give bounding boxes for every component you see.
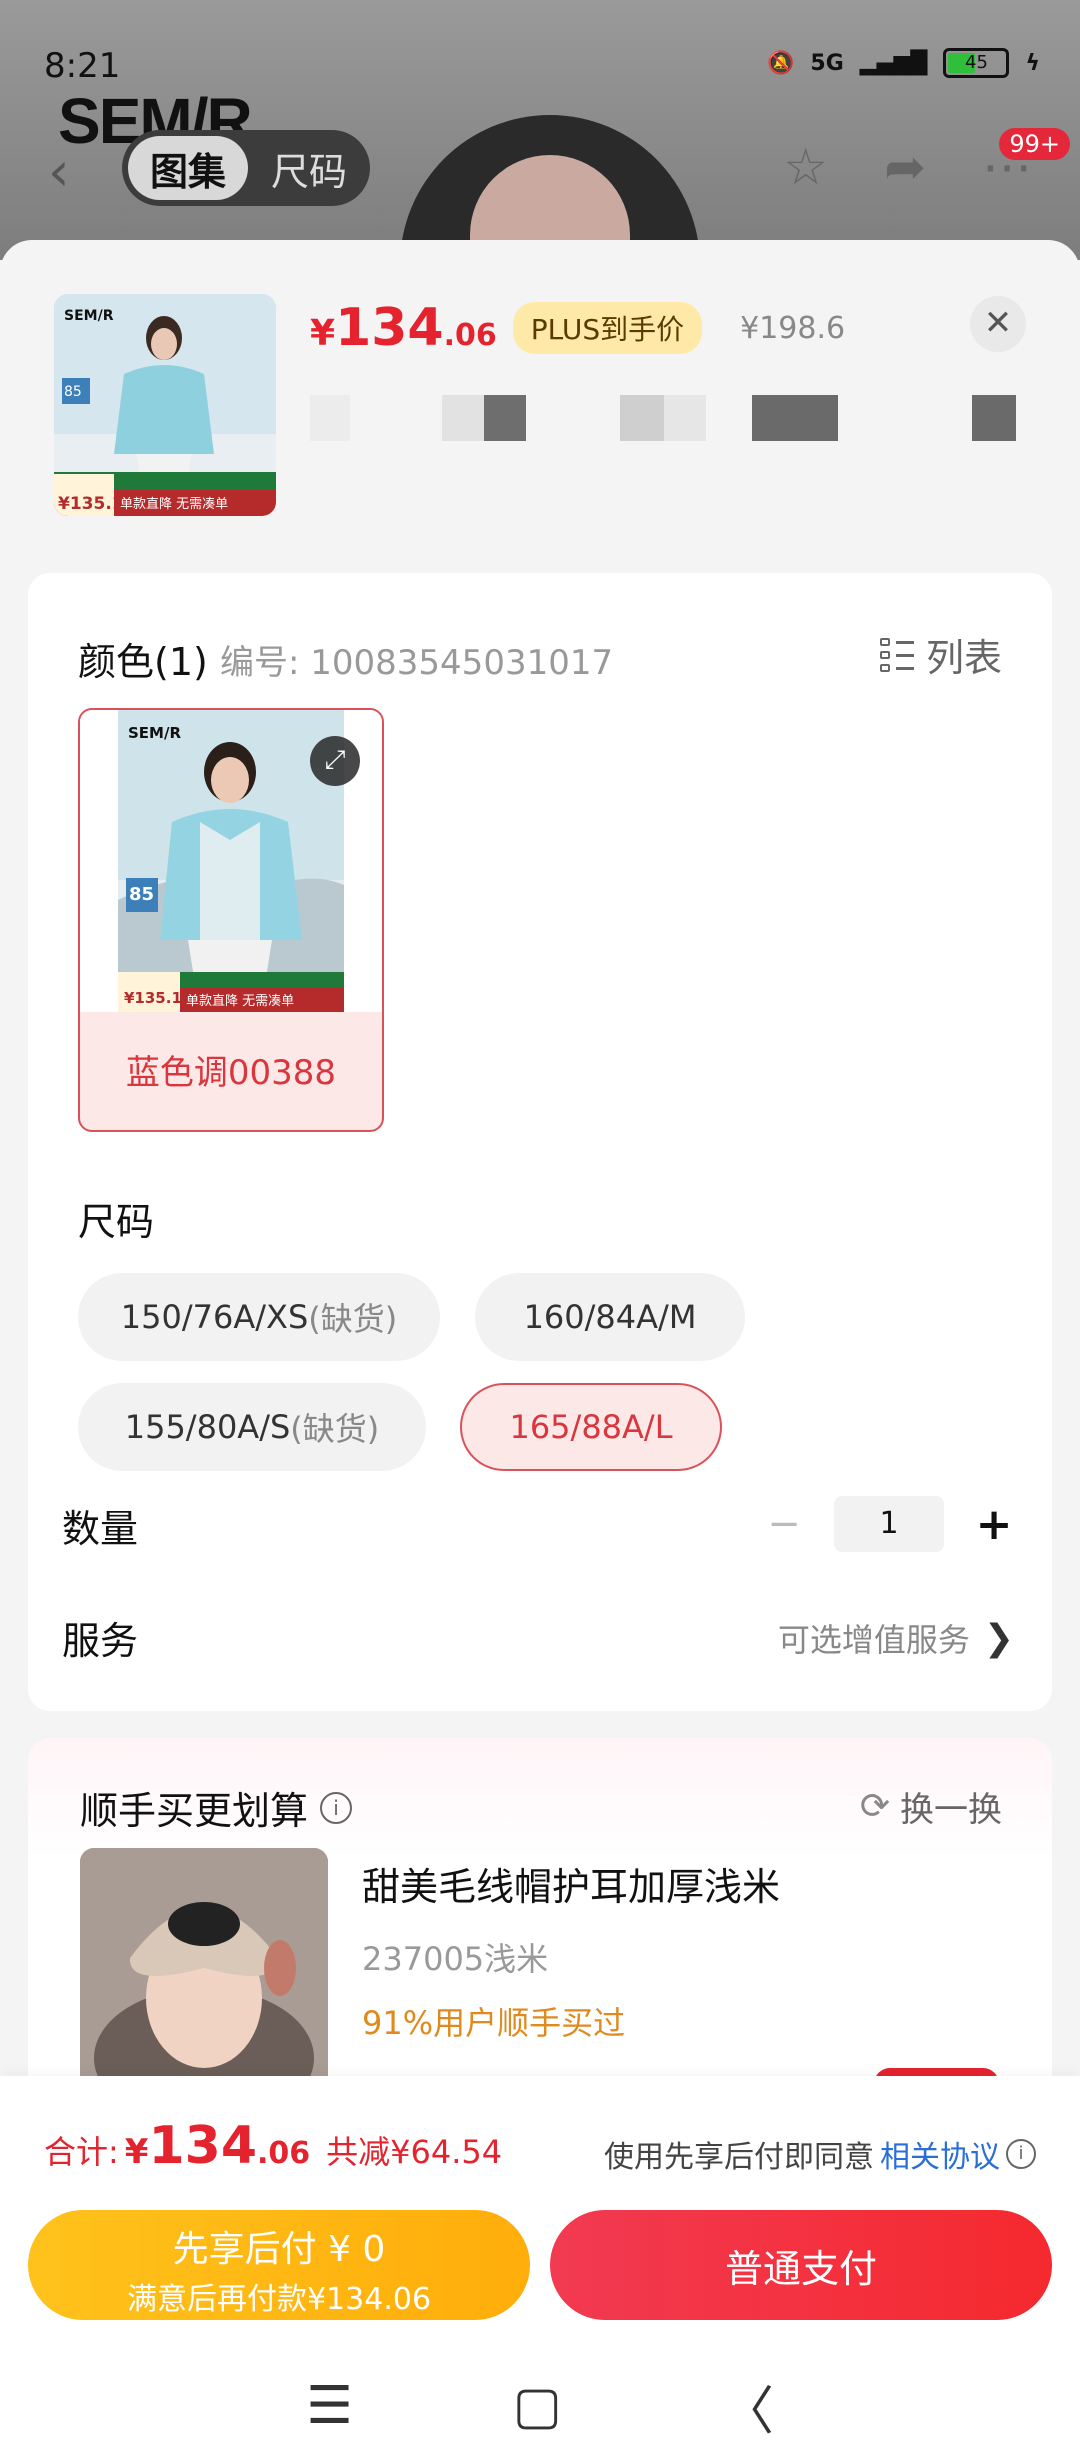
svg-text:SEM/R: SEM/R bbox=[128, 724, 181, 742]
product-thumbnail-image: SEM/R 85 bbox=[54, 294, 276, 516]
service-label: 服务 bbox=[62, 1619, 139, 1663]
plus-price-tag: PLUS到手价 bbox=[512, 302, 703, 354]
nav-actions: ☆ ➦ ⋯ bbox=[783, 138, 1032, 196]
agreement-prefix: 使用先享后付即同意 bbox=[604, 2140, 874, 2175]
back-icon[interactable]: ‹ bbox=[48, 140, 70, 203]
total-decimal: .06 bbox=[257, 2136, 311, 2171]
size-out-of-stock: (缺货) bbox=[308, 1300, 398, 1338]
back-nav-icon[interactable]: 〈 bbox=[722, 2369, 774, 2444]
signal-icon: ▂▄▆█ bbox=[859, 50, 928, 76]
size-option-xs[interactable]: 150/76A/XS (缺货) bbox=[78, 1273, 440, 1361]
normal-pay-button[interactable]: 普通支付 bbox=[550, 2210, 1052, 2320]
recommended-product-sku: 237005浅米 bbox=[362, 1940, 549, 1978]
recommendation-title-row: 顺手买更划算 i bbox=[80, 1780, 353, 1835]
list-view-button[interactable]: 列表 bbox=[879, 627, 1002, 682]
list-icon bbox=[879, 637, 914, 672]
recommendation-title: 顺手买更划算 bbox=[80, 1789, 309, 1833]
increment-button[interactable]: + bbox=[974, 1499, 1014, 1550]
size-option-l-selected[interactable]: 165/88A/L bbox=[460, 1383, 722, 1471]
charging-icon: ϟ bbox=[1025, 50, 1040, 76]
price-row: ¥ 134 .06 PLUS到手价 ¥198.6 bbox=[310, 298, 845, 358]
pay-later-button[interactable]: 先享后付 ¥ 0 满意后再付款¥134.06 bbox=[28, 2210, 530, 2320]
service-value: 可选增值服务 bbox=[777, 1621, 970, 1659]
color-option-selected[interactable]: SEM/R 85 ¥135.1 单款直降 无需凑单 ⤢ 蓝色调00388 bbox=[78, 708, 384, 1132]
list-view-label: 列表 bbox=[925, 636, 1002, 680]
quantity-label: 数量 bbox=[62, 1507, 139, 1551]
chevron-right-icon: ❯ bbox=[983, 1617, 1014, 1659]
decrement-button[interactable]: − bbox=[764, 1501, 804, 1547]
size-label: 155/80A/S bbox=[124, 1408, 291, 1446]
star-icon[interactable]: ☆ bbox=[783, 138, 828, 196]
color-option-label: 蓝色调00388 bbox=[125, 1053, 337, 1093]
pay-later-title: 先享后付 ¥ 0 bbox=[172, 2229, 386, 2270]
original-price: ¥198.6 bbox=[740, 310, 846, 346]
agreement-text: 使用先享后付即同意 相关协议 i bbox=[604, 2132, 1036, 2176]
size-option-s[interactable]: 155/80A/S (缺货) bbox=[78, 1383, 426, 1471]
refresh-button[interactable]: ⟳ 换一换 bbox=[860, 1782, 1002, 1831]
refresh-label: 换一换 bbox=[900, 1790, 1002, 1830]
thumb-price: ¥135.1 bbox=[58, 494, 124, 514]
product-thumbnail: SEM/R 85 ¥135.1 单款直降 无需凑单 bbox=[54, 294, 276, 516]
total-discount: 共减¥64.54 bbox=[326, 2133, 503, 2171]
color-thumb-price: ¥135.1 bbox=[124, 989, 182, 1007]
info-icon[interactable]: i bbox=[1006, 2139, 1036, 2169]
checkout-footer: 合计: ¥ 134 .06 共减¥64.54 使用先享后付即同意 相关协议 i … bbox=[0, 2076, 1080, 2460]
pay-later-subtitle: 满意后再付款¥134.06 bbox=[126, 2282, 432, 2317]
size-option-m[interactable]: 160/84A/M bbox=[475, 1273, 745, 1361]
battery-level: 45 bbox=[965, 52, 988, 73]
battery-icon: 45 bbox=[943, 48, 1010, 78]
thumb-banner: 单款直降 无需凑单 bbox=[120, 497, 229, 512]
mute-icon: 🔕 bbox=[767, 50, 795, 76]
network-label: 5G bbox=[810, 50, 844, 76]
sku-selector-sheet: SEM/R 85 ¥135.1 单款直降 无需凑单 ¥ 134 .06 PLUS… bbox=[0, 240, 1080, 2460]
info-icon[interactable]: i bbox=[320, 1791, 353, 1824]
value-added-service-link[interactable]: 可选增值服务 ❯ bbox=[778, 1615, 1014, 1661]
total-currency: ¥ bbox=[124, 2132, 149, 2172]
share-icon[interactable]: ➦ bbox=[884, 138, 926, 196]
size-label: 160/84A/M bbox=[523, 1298, 697, 1336]
color-thumb-banner: 单款直降 无需凑单 bbox=[186, 994, 295, 1009]
price-currency: ¥ bbox=[310, 313, 336, 354]
recommended-product-name[interactable]: 甜美毛线帽护耳加厚浅米 bbox=[362, 1856, 780, 1911]
gallery-tabs: 图集 尺码 bbox=[122, 130, 370, 206]
tab-size[interactable]: 尺码 bbox=[248, 141, 370, 196]
tab-gallery[interactable]: 图集 bbox=[128, 136, 248, 200]
size-out-of-stock: (缺货) bbox=[290, 1410, 380, 1448]
status-time: 8:21 bbox=[44, 46, 121, 86]
size-label: 150/76A/XS bbox=[120, 1298, 309, 1336]
recommended-product-image[interactable] bbox=[80, 1848, 328, 2108]
message-badge: 99+ bbox=[999, 128, 1070, 160]
total-label: 合计: bbox=[44, 2133, 119, 2171]
product-code: 编号: 10083545031017 bbox=[220, 643, 614, 683]
system-navigation-bar: ☰ ▢ 〈 bbox=[0, 2366, 1080, 2446]
agreement-link[interactable]: 相关协议 bbox=[880, 2132, 1000, 2176]
expand-icon[interactable]: ⤢ bbox=[310, 736, 360, 786]
size-title: 尺码 bbox=[78, 1200, 155, 1244]
status-icons: 🔕 5G ▂▄▆█ 45 ϟ bbox=[767, 48, 1040, 78]
blurred-promo-row bbox=[310, 395, 1030, 445]
price-integer: 134 bbox=[335, 298, 444, 358]
recommended-product-art bbox=[80, 1848, 328, 2108]
total-price: 合计: ¥ 134 .06 共减¥64.54 bbox=[44, 2116, 502, 2176]
svg-text:85: 85 bbox=[129, 884, 154, 905]
recommended-product-rate: 91%用户顺手买过 bbox=[362, 2004, 626, 2042]
price-decimal: .06 bbox=[443, 318, 497, 353]
svg-text:SEM/R: SEM/R bbox=[64, 308, 114, 324]
total-integer: 134 bbox=[148, 2116, 258, 2176]
home-icon[interactable]: ▢ bbox=[513, 2376, 562, 2436]
quantity-input[interactable]: 1 bbox=[834, 1496, 944, 1552]
color-title: 颜色(1) bbox=[78, 640, 208, 684]
close-icon[interactable]: ✕ bbox=[970, 296, 1026, 352]
menu-icon[interactable]: ☰ bbox=[306, 2376, 353, 2436]
refresh-icon: ⟳ bbox=[859, 1786, 890, 1827]
size-label: 165/88A/L bbox=[509, 1408, 673, 1446]
svg-text:85: 85 bbox=[64, 384, 82, 400]
spec-card: 颜色(1) 编号: 10083545031017 列表 SEM/R 85 ¥13… bbox=[28, 573, 1052, 1711]
quantity-stepper: − 1 + bbox=[764, 1496, 1014, 1552]
